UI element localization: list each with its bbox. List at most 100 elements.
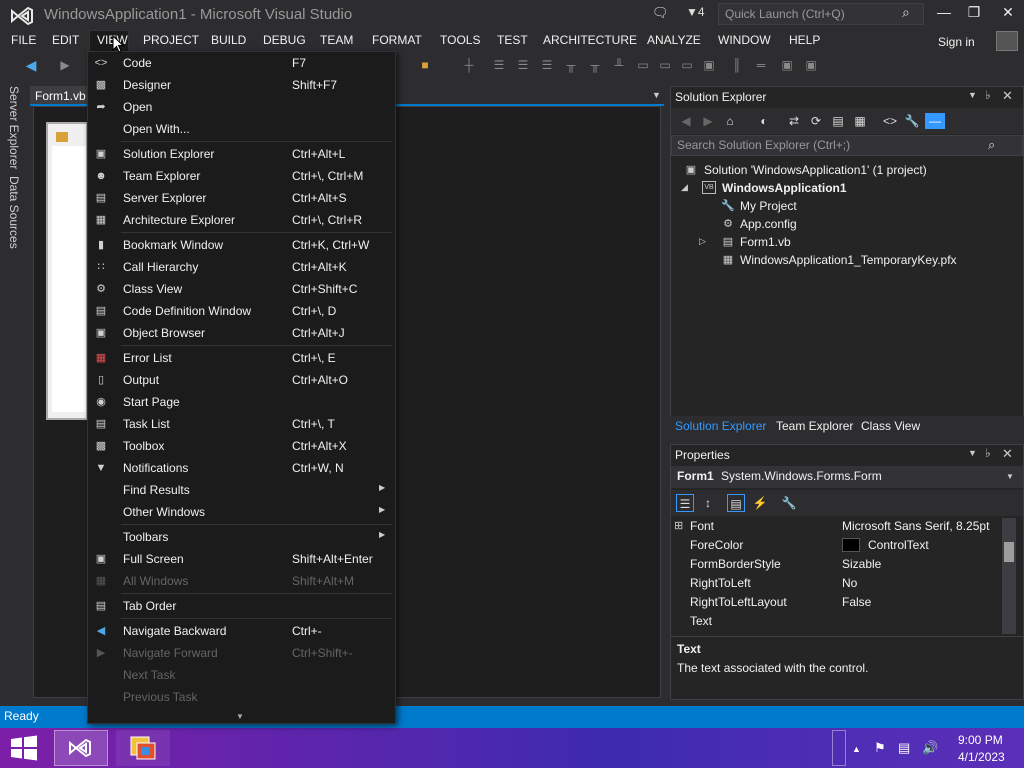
tab-team-explorer[interactable]: Team Explorer — [776, 419, 853, 433]
scrollbar-thumb[interactable] — [1004, 542, 1014, 562]
align-bottoms-icon[interactable]: ╨ — [612, 58, 626, 72]
menuitem-previous-task[interactable]: Previous Task — [88, 686, 394, 708]
tab-solution-explorer[interactable]: Solution Explorer — [675, 419, 766, 433]
refresh-icon[interactable]: ⟳ — [808, 113, 824, 129]
tray-expand-icon[interactable]: ▲ — [852, 744, 861, 754]
restore-button[interactable]: ❐ — [960, 4, 988, 24]
menuitem-full-screen[interactable]: ▣ Full Screen Shift+Alt+Enter — [88, 548, 394, 570]
menuitem-navigate-backward[interactable]: ◀ Navigate Backward Ctrl+- — [88, 620, 394, 642]
menuitem-architecture-explorer[interactable]: ▦ Architecture Explorer Ctrl+\, Ctrl+R — [88, 209, 394, 231]
menuitem-navigate-forward[interactable]: ▶ Navigate Forward Ctrl+Shift+- — [88, 642, 394, 664]
menuitem-toolbox[interactable]: ▩ Toolbox Ctrl+Alt+X — [88, 435, 394, 457]
tab-data-sources[interactable]: Data Sources — [7, 176, 21, 249]
expand-arrow-icon[interactable]: ▷ — [699, 236, 706, 247]
menuitem-call-hierarchy[interactable]: ∷ Call Hierarchy Ctrl+Alt+K — [88, 256, 394, 278]
menuitem-other-windows[interactable]: Other Windows ▶ — [88, 501, 394, 523]
sync-icon[interactable]: ⇄ — [786, 113, 802, 129]
sign-in-link[interactable]: Sign in — [938, 35, 975, 49]
menuitem-tab-order[interactable]: ▤ Tab Order — [88, 595, 394, 617]
alphabetical-icon[interactable]: ↕ — [699, 494, 717, 512]
solution-search-input[interactable]: Search Solution Explorer (Ctrl+;) — [671, 135, 1023, 156]
preview-selected-items-icon[interactable]: — — [925, 113, 945, 129]
tree-item-pfx[interactable]: WindowsApplication1_TemporaryKey.pfx — [740, 253, 957, 267]
pin-icon[interactable]: ♭ — [985, 446, 991, 460]
search-icon[interactable]: ⌕ — [988, 137, 995, 153]
form-client-area[interactable] — [52, 146, 86, 412]
align-lefts-icon[interactable]: ☰ — [492, 58, 506, 72]
menu-team[interactable]: TEAM — [320, 33, 353, 47]
volume-icon[interactable]: 🔊 — [922, 740, 938, 756]
menuitem-notifications[interactable]: ▼ Notifications Ctrl+W, N — [88, 457, 394, 479]
panel-dropdown-icon[interactable]: ▼ — [968, 448, 977, 458]
close-icon[interactable]: ✕ — [1002, 446, 1013, 462]
minimize-button[interactable]: — — [930, 4, 958, 24]
menuitem-all-windows[interactable]: ▦ All Windows Shift+Alt+M — [88, 570, 394, 592]
categorized-icon[interactable]: ☰ — [676, 494, 694, 512]
navigate-forward-icon[interactable]: ▶ — [58, 58, 72, 72]
clock-date[interactable]: 4/1/2023 — [958, 750, 1005, 764]
menu-window[interactable]: WINDOW — [718, 33, 771, 47]
prop-value-righttoleft[interactable]: No — [842, 576, 857, 595]
prop-name-text[interactable]: Text — [690, 614, 712, 633]
menuitem-find-results[interactable]: Find Results ▶ — [88, 479, 394, 501]
make-same-width-icon[interactable]: ▭ — [636, 58, 650, 72]
tree-item-solution[interactable]: Solution 'WindowsApplication1' (1 projec… — [704, 163, 927, 177]
prop-value-font[interactable]: Microsoft Sans Serif, 8.25pt — [842, 519, 989, 538]
search-icon[interactable]: ⌕ — [902, 4, 910, 21]
close-button[interactable]: ✕ — [994, 4, 1022, 24]
menuitem-bookmark-window[interactable]: ▮ Bookmark Window Ctrl+K, Ctrl+W — [88, 234, 394, 256]
object-selector[interactable]: Form1 System.Windows.Forms.Form — [671, 466, 1023, 488]
menuitem-open-with[interactable]: Open With... — [88, 118, 394, 140]
quick-launch-input[interactable]: Quick Launch (Ctrl+Q) — [718, 3, 924, 25]
horizontal-spacing-icon[interactable]: ║ — [730, 58, 744, 72]
avatar[interactable] — [996, 31, 1018, 51]
menuitem-start-page[interactable]: ◉ Start Page — [88, 391, 394, 413]
menu-tools[interactable]: TOOLS — [440, 33, 480, 47]
menu-format[interactable]: FORMAT — [372, 33, 422, 47]
properties-scrollbar[interactable] — [1002, 518, 1016, 634]
clock-time[interactable]: 9:00 PM — [958, 733, 1003, 747]
prop-value-righttoleftlayout[interactable]: False — [842, 595, 871, 614]
tree-item-my-project[interactable]: My Project — [740, 199, 797, 213]
prop-name-formborderstyle[interactable]: FormBorderStyle — [690, 557, 781, 576]
menuitem-server-explorer[interactable]: ▤ Server Explorer Ctrl+Alt+S — [88, 187, 394, 209]
panel-dropdown-icon[interactable]: ▼ — [968, 90, 977, 100]
bring-to-front-icon[interactable]: ▣ — [780, 58, 794, 72]
menuitem-output[interactable]: ▯ Output Ctrl+Alt+O — [88, 369, 394, 391]
navigate-back-icon[interactable]: ◀ — [24, 58, 38, 72]
menu-edit[interactable]: EDIT — [52, 33, 79, 47]
vertical-spacing-icon[interactable]: ═ — [754, 58, 768, 72]
view-code-icon[interactable]: <> — [882, 113, 898, 129]
show-desktop-button[interactable] — [832, 730, 846, 766]
menuitem-solution-explorer[interactable]: ▣ Solution Explorer Ctrl+Alt+L — [88, 143, 394, 165]
events-icon[interactable]: ⚡ — [751, 494, 769, 512]
menuitem-task-list[interactable]: ▤ Task List Ctrl+\, T — [88, 413, 394, 435]
make-same-size-icon[interactable]: ▭ — [680, 58, 694, 72]
align-rights-icon[interactable]: ☰ — [540, 58, 554, 72]
network-icon[interactable]: ▤ — [898, 740, 910, 756]
tab-form1-vb[interactable]: Form1.vb — [30, 86, 88, 106]
prop-name-righttoleft[interactable]: RightToLeft — [690, 576, 751, 595]
tab-server-explorer[interactable]: Server Explorer — [7, 86, 21, 169]
tab-class-view[interactable]: Class View — [861, 419, 920, 433]
prop-name-font[interactable]: Font — [690, 519, 714, 538]
format-icon[interactable]: ■ — [418, 58, 432, 72]
menu-architecture[interactable]: ARCHITECTURE — [543, 33, 637, 47]
pin-icon[interactable]: ♭ — [985, 88, 991, 102]
menuitem-toolbars[interactable]: Toolbars ▶ — [88, 526, 394, 548]
menu-build[interactable]: BUILD — [211, 33, 246, 47]
menuitem-open[interactable]: ➦ Open — [88, 96, 394, 118]
action-center-flag-icon[interactable]: ⚑ — [874, 740, 886, 756]
show-all-files-icon[interactable]: ▦ — [852, 113, 868, 129]
menu-test[interactable]: TEST — [497, 33, 528, 47]
align-centers-icon[interactable]: ☰ — [516, 58, 530, 72]
tree-item-form1[interactable]: Form1.vb — [740, 235, 791, 249]
menuitem-class-view[interactable]: ⚙ Class View Ctrl+Shift+C — [88, 278, 394, 300]
home-icon[interactable]: ⌂ — [722, 113, 738, 129]
menu-file[interactable]: FILE — [11, 33, 36, 47]
taskbar-visual-studio[interactable] — [54, 730, 108, 766]
prop-name-forecolor[interactable]: ForeColor — [690, 538, 743, 557]
menu-project[interactable]: PROJECT — [143, 33, 199, 47]
back-icon[interactable]: ◀ — [678, 113, 694, 129]
prop-value-forecolor[interactable]: ControlText — [868, 538, 929, 557]
